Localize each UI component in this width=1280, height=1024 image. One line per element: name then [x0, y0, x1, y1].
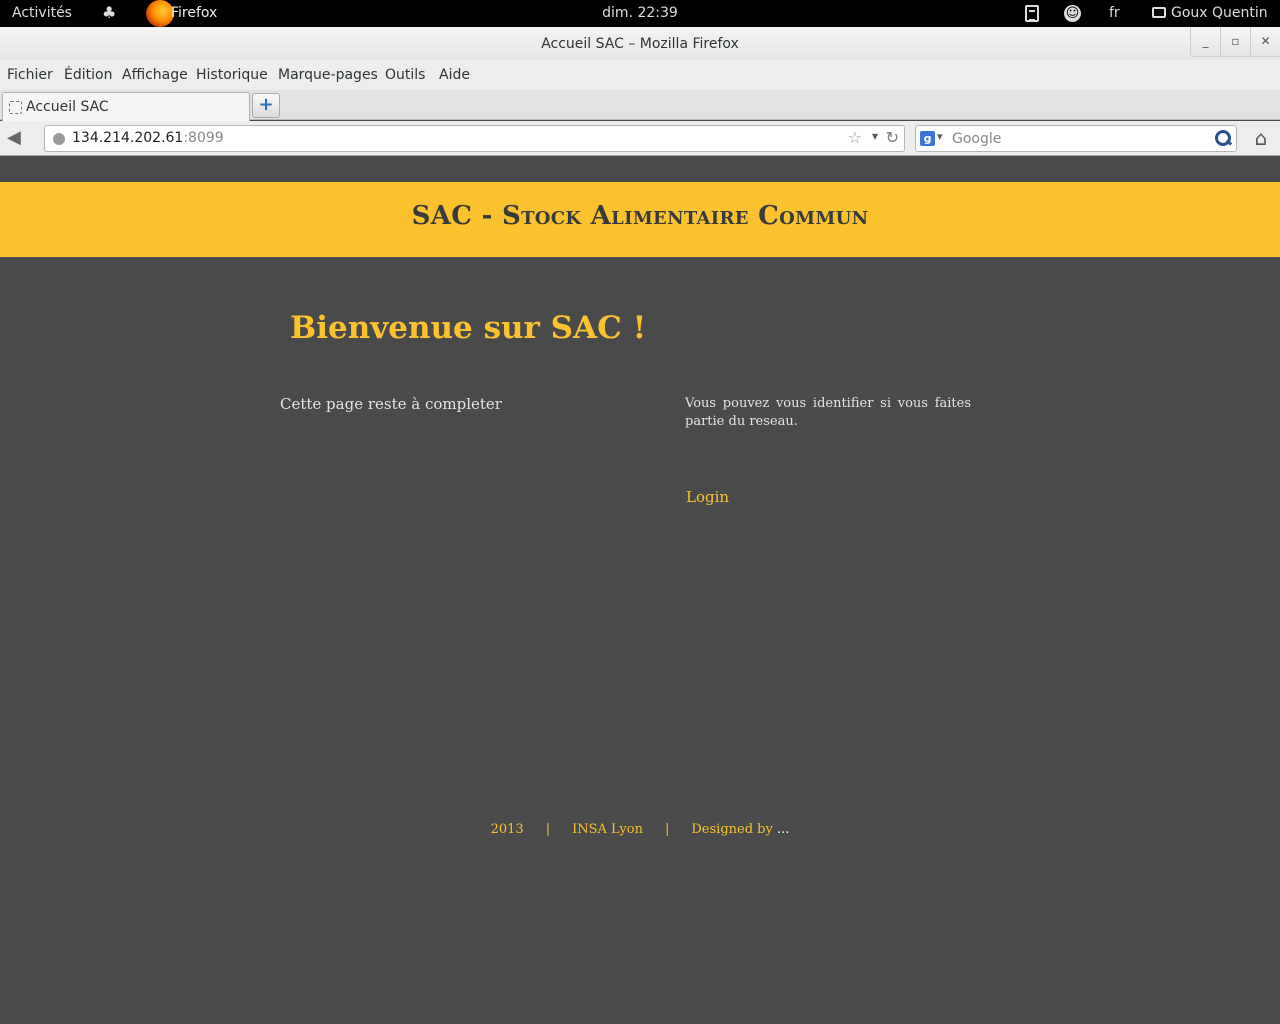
page-footer: 2013 | INSA Lyon | Designed by ...: [0, 822, 1280, 837]
gnome-top-bar: Activités ♣ Firefox dim. 22:39 ☺ fr Goux…: [0, 0, 1280, 27]
user-menu[interactable]: Goux Quentin: [1171, 5, 1268, 21]
footer-year: 2013: [490, 822, 524, 837]
footer-separator: |: [545, 822, 551, 837]
web-page: SAC - Stock Alimentaire Commun Bienvenue…: [0, 157, 1280, 1024]
url-text[interactable]: 134.214.202.61:8099: [72, 130, 224, 146]
navigation-toolbar: ◀ 134.214.202.61:8099 ☆ ▾ ↻ g ▾ ⌂: [0, 121, 1280, 156]
maximize-button[interactable]: ▫: [1221, 27, 1251, 56]
footer-separator: |: [664, 822, 670, 837]
menu-edition[interactable]: Édition: [64, 67, 112, 83]
url-port: :8099: [183, 130, 224, 146]
login-link[interactable]: Login: [686, 488, 729, 506]
google-engine-icon[interactable]: g: [920, 131, 935, 146]
window-controls: _ ▫ ✕: [1190, 27, 1280, 57]
menu-aide[interactable]: Aide: [439, 67, 470, 83]
activities-button[interactable]: Activités: [12, 5, 72, 21]
home-icon[interactable]: ⌂: [1248, 125, 1274, 151]
menu-outils[interactable]: Outils: [385, 67, 425, 83]
login-info-text: Vous pouvez vous identifier si vous fait…: [685, 396, 971, 429]
footer-designed-by: Designed by ...: [691, 822, 789, 837]
tab-label: Accueil SAC: [26, 99, 109, 115]
minimize-button[interactable]: _: [1191, 27, 1221, 56]
footer-org: INSA Lyon: [572, 822, 643, 837]
footer-designed-label: Designed by: [691, 822, 773, 837]
new-tab-button[interactable]: +: [252, 93, 280, 118]
tab-accueil-sac[interactable]: Accueil SAC: [2, 92, 250, 121]
menu-fichier[interactable]: Fichier: [7, 67, 53, 83]
url-bar[interactable]: 134.214.202.61:8099 ☆ ▾ ↻: [44, 125, 905, 152]
history-dropdown-icon[interactable]: ▾: [872, 129, 878, 143]
search-bar: g ▾: [915, 125, 1237, 152]
site-title: SAC - Stock Alimentaire Commun: [411, 201, 869, 231]
search-input[interactable]: [952, 129, 1207, 149]
close-button[interactable]: ✕: [1251, 27, 1280, 56]
site-header: SAC - Stock Alimentaire Commun: [0, 182, 1280, 257]
footer-designer-link[interactable]: ...: [777, 822, 789, 837]
menu-bar: Fichier Édition Affichage Historique Mar…: [0, 60, 1280, 90]
menu-marque-pages[interactable]: Marque-pages: [278, 67, 378, 83]
globe-icon[interactable]: [53, 133, 65, 145]
window-titlebar: Accueil SAC – Mozilla Firefox _ ▫ ✕: [0, 27, 1280, 60]
gnome-foot-icon: ♣: [102, 3, 117, 22]
url-host: 134.214.202.61: [72, 130, 184, 146]
menu-affichage[interactable]: Affichage: [122, 67, 188, 83]
clock[interactable]: dim. 22:39: [602, 5, 678, 21]
window-title: Accueil SAC – Mozilla Firefox: [541, 36, 739, 52]
search-magnifier-icon[interactable]: [1214, 129, 1232, 147]
menu-historique[interactable]: Historique: [196, 67, 268, 83]
back-arrow-icon[interactable]: ◀: [7, 127, 31, 149]
tab-bar: Accueil SAC +: [0, 90, 1280, 121]
language-indicator[interactable]: fr: [1109, 5, 1120, 21]
clipboard-icon[interactable]: [1025, 5, 1039, 22]
incomplete-notice: Cette page reste à completer: [280, 395, 502, 413]
user-status-icon: [1152, 7, 1166, 18]
app-menu-firefox[interactable]: Firefox: [171, 5, 217, 21]
reload-icon[interactable]: ↻: [886, 128, 899, 147]
page-title: Bienvenue sur SAC !: [290, 310, 647, 346]
bookmark-star-icon[interactable]: ☆: [848, 128, 862, 147]
default-favicon-icon: [9, 101, 22, 114]
accessibility-icon[interactable]: ☺: [1064, 5, 1081, 22]
firefox-logo-icon[interactable]: [146, 0, 174, 27]
engine-dropdown-icon[interactable]: ▾: [937, 130, 943, 143]
